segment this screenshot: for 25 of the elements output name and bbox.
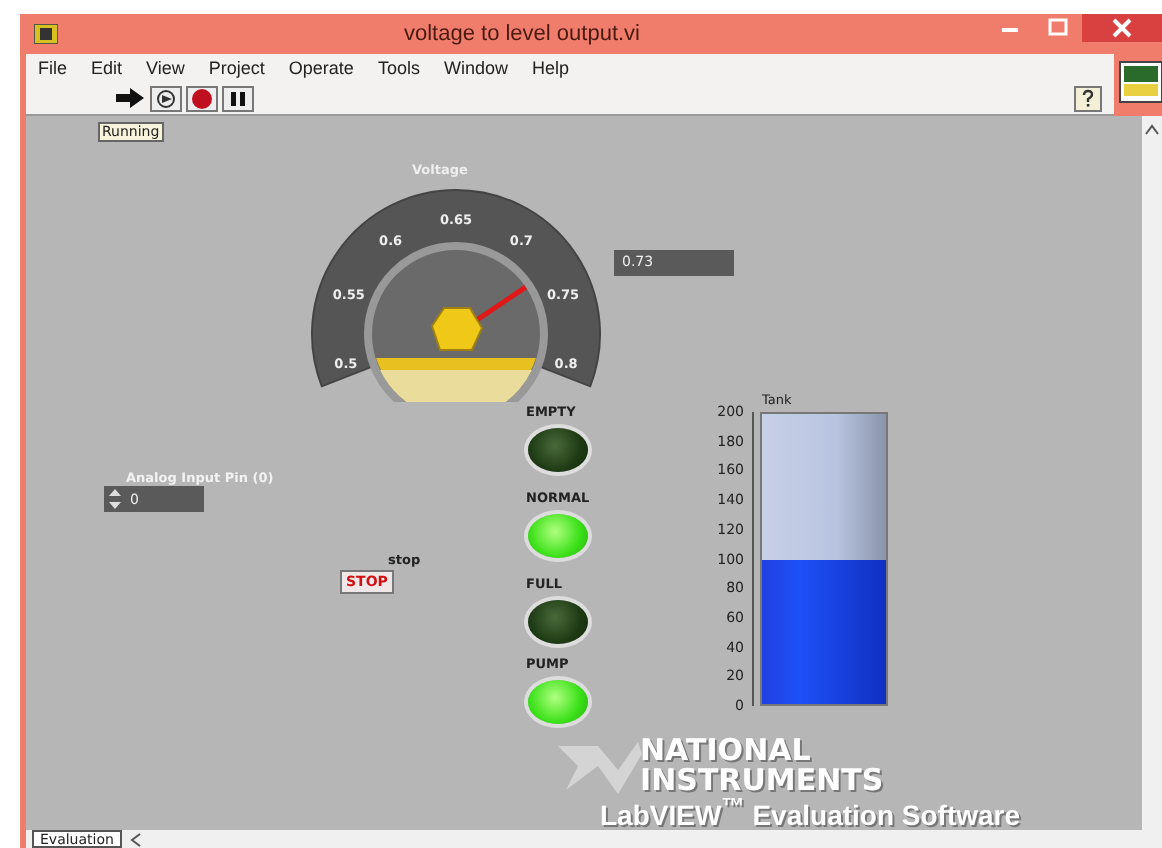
gauge-needle [430,285,528,351]
menu-item[interactable]: View [146,58,185,78]
close-icon[interactable] [1082,14,1162,42]
menu-item[interactable]: Project [208,58,265,78]
window-title: voltage to level output.vi [401,22,643,46]
menu-item[interactable]: Window [443,58,508,78]
vi-icon [1118,60,1162,104]
app-icon [34,24,58,44]
run-arrow-icon[interactable] [114,86,146,110]
run-continuously-icon[interactable] [150,85,182,111]
scroll-left-icon[interactable] [129,831,142,847]
watermark-text: LabVIEW$^{™}$ Evaluation Software [600,794,1021,832]
help-icon[interactable] [1074,85,1102,111]
abort-icon[interactable] [186,85,218,111]
watermark-text: INSTRUMENTS [640,762,884,798]
scroll-up-icon[interactable] [1144,124,1160,136]
menu-item[interactable]: Operate [288,58,354,78]
increment-decrement-icon[interactable] [108,488,122,510]
menu-item[interactable]: Edit [91,58,123,78]
watermark-text: NATIONAL [640,732,811,768]
menu-item[interactable]: Help [531,58,569,78]
eagle-logo-icon [558,738,642,798]
pause-icon[interactable] [222,85,254,111]
menu-item[interactable]: Tools [377,58,420,78]
menu-item[interactable]: File [38,58,68,78]
